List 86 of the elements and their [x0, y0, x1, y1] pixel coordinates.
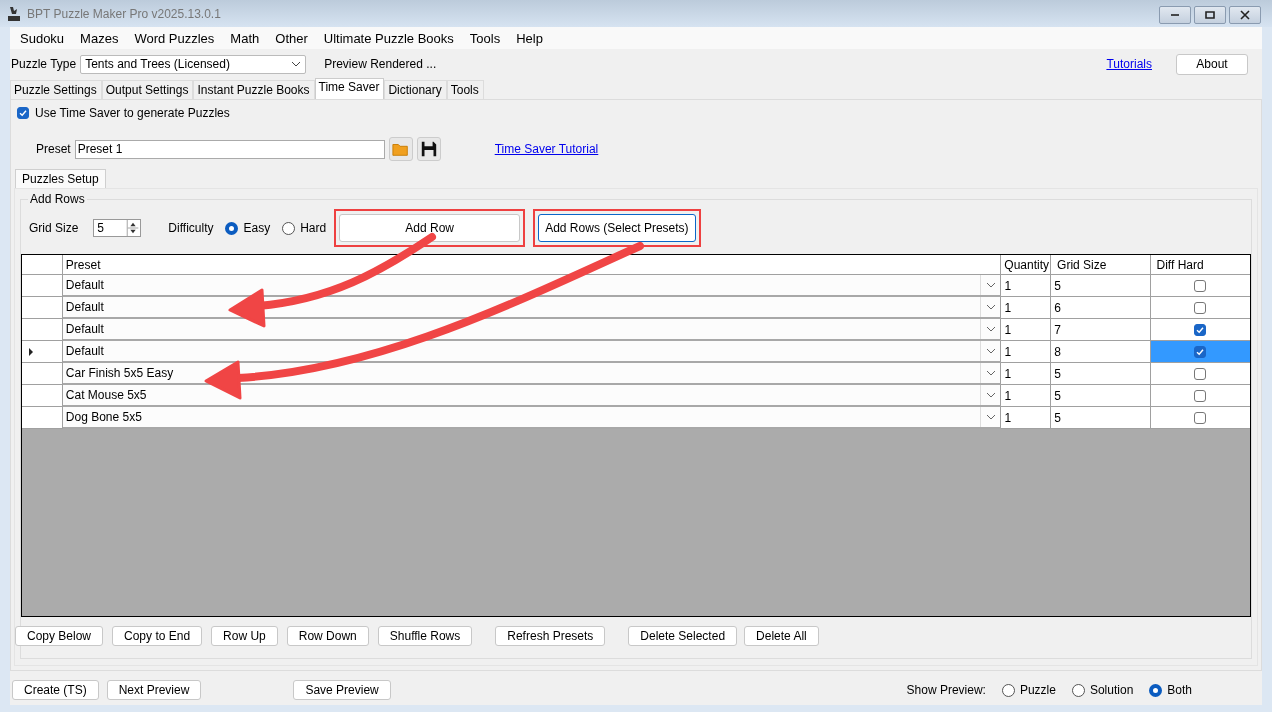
radio-label: Hard	[300, 221, 327, 235]
menu-item[interactable]: Other	[268, 30, 315, 46]
preset-dropdown[interactable]: Default	[62, 297, 1002, 319]
table-cell[interactable]	[1150, 341, 1250, 363]
action-button[interactable]: Save Preview	[293, 680, 391, 700]
caret-icon	[985, 326, 996, 332]
row-action-button[interactable]: Delete All	[744, 626, 819, 646]
checkbox[interactable]	[1194, 301, 1207, 314]
radio-button[interactable]	[1149, 683, 1163, 697]
minimize-button[interactable]	[1159, 5, 1191, 24]
tutorials-link[interactable]: Tutorials	[1106, 57, 1152, 71]
radio-label: Both	[1167, 683, 1192, 697]
radio-button[interactable]	[1071, 683, 1085, 697]
tab[interactable]: Tools	[446, 80, 484, 99]
preset-field[interactable]: Preset 1	[74, 139, 385, 159]
tab[interactable]: Output Settings	[101, 80, 194, 99]
status-text: Preview Rendered ...	[324, 57, 437, 71]
menu-item[interactable]: Sudoku	[13, 30, 72, 46]
add-row-button[interactable]: Add Row	[339, 214, 521, 242]
preset-dropdown[interactable]: Cat Mouse 5x5	[62, 385, 1002, 407]
menu-item[interactable]: Tools	[462, 30, 508, 46]
caret-icon	[985, 414, 996, 420]
checkbox[interactable]	[17, 107, 29, 119]
checkbox[interactable]	[1194, 367, 1207, 380]
menu-item[interactable]: Help	[509, 30, 550, 46]
radio-label: Puzzle	[1019, 683, 1056, 697]
preset-dropdown[interactable]: Car Finish 5x5 Easy	[62, 363, 1002, 385]
radio-button[interactable]	[282, 221, 296, 235]
spinner-arrows-icon	[126, 220, 141, 236]
radio-label: Solution	[1089, 683, 1134, 697]
menu-item[interactable]: Word Puzzles	[127, 30, 222, 46]
checkbox[interactable]	[1194, 411, 1207, 424]
close-button[interactable]	[1229, 5, 1261, 24]
preset-dropdown[interactable]: Default	[62, 319, 1002, 341]
caret-icon	[985, 370, 996, 376]
field-label: Show Preview:	[906, 683, 986, 697]
radio-button[interactable]	[225, 221, 239, 235]
preset-dropdown[interactable]: Dog Bone 5x5	[62, 407, 1002, 429]
close-icon	[1240, 9, 1250, 20]
grid-size-spinner[interactable]: 5	[93, 219, 142, 237]
checkbox[interactable]	[1194, 345, 1207, 358]
row-action-button[interactable]: Delete Selected	[628, 626, 738, 646]
maximize-icon	[1205, 10, 1215, 19]
group-title: Add Rows	[28, 192, 87, 206]
row-action-button[interactable]: Shuffle Rows	[377, 626, 473, 646]
caret-icon	[985, 392, 996, 398]
puzzle-type-dropdown[interactable]: Tents and Trees (Licensed)	[80, 54, 307, 74]
radio-button[interactable]	[1001, 683, 1015, 697]
row-action-button[interactable]: Row Down	[286, 626, 369, 646]
caret-icon	[985, 282, 996, 288]
checkbox[interactable]	[1194, 389, 1207, 402]
maximize-button[interactable]	[1194, 5, 1226, 24]
caret-icon	[985, 348, 996, 354]
preset-dropdown[interactable]: Default	[62, 275, 1002, 297]
app-logo-icon	[7, 5, 21, 22]
save-button[interactable]	[416, 137, 441, 161]
tab[interactable]: Puzzles Setup	[15, 169, 106, 188]
menu-item[interactable]: Math	[223, 30, 267, 46]
field-label: Grid Size	[29, 221, 79, 235]
checkbox[interactable]	[1194, 323, 1207, 336]
tab[interactable]: Dictionary	[384, 80, 447, 99]
action-button[interactable]: Next Preview	[106, 680, 202, 700]
checkbox-label: Use Time Saver to generate Puzzles	[35, 106, 230, 120]
tab[interactable]: Instant Puzzle Books	[193, 80, 315, 99]
row-action-button[interactable]: Copy Below	[15, 626, 104, 646]
minimize-icon	[1170, 12, 1180, 17]
radio-label: Easy	[243, 221, 271, 235]
window-title: BPT Puzzle Maker Pro v2025.13.0.1	[27, 6, 221, 21]
row-action-button[interactable]: Refresh Presets	[495, 626, 606, 646]
caret-icon	[985, 304, 996, 310]
about-button[interactable]: About	[1176, 53, 1248, 75]
tab[interactable]: Time Saver	[314, 78, 385, 99]
tutorial-link[interactable]: Time Saver Tutorial	[494, 142, 599, 156]
row-action-button[interactable]: Copy to End	[112, 626, 203, 646]
field-label: Puzzle Type	[11, 57, 77, 71]
add-row-button[interactable]: Add Rows (Select Presets)	[538, 214, 696, 242]
menu-item[interactable]: Mazes	[73, 30, 126, 46]
row-action-button[interactable]: Row Up	[211, 626, 278, 646]
preset-dropdown[interactable]: Default	[62, 341, 1002, 363]
field-label: Preset	[36, 142, 71, 156]
field-label: Difficulty	[168, 221, 214, 235]
menu-item[interactable]: Ultimate Puzzle Books	[316, 30, 461, 46]
action-button[interactable]: Create (TS)	[12, 680, 99, 700]
checkbox[interactable]	[1194, 279, 1207, 292]
tab[interactable]: Puzzle Settings	[10, 80, 102, 99]
caret-icon	[291, 61, 302, 67]
